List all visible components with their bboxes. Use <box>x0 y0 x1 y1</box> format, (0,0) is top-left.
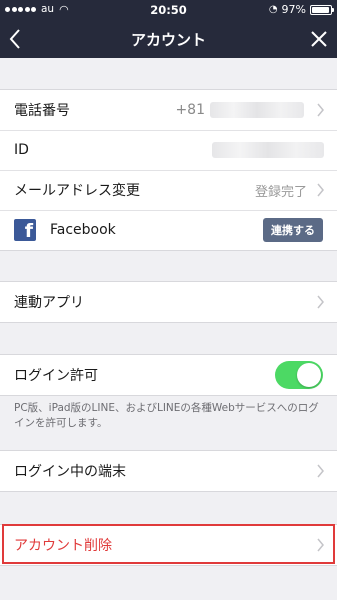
id-row: ID <box>0 130 337 170</box>
logged-in-devices-label: ログイン中の端末 <box>14 464 126 480</box>
logged-in-devices-row[interactable]: ログイン中の端末 <box>0 451 337 491</box>
login-permission-row: ログイン許可 <box>0 355 337 395</box>
login-permission-label: ログイン許可 <box>14 368 98 384</box>
login-permission-note: PC版、iPad版のLINE、およびLINEの各種Webサービスへのログインを許… <box>14 402 319 429</box>
email-change-label: メールアドレス変更 <box>14 183 140 199</box>
blurred-id <box>212 142 324 158</box>
battery-icon <box>310 4 334 15</box>
login-permission-group: ログイン許可 <box>0 354 337 396</box>
battery-percent: 97% <box>281 3 306 16</box>
linked-apps-label: 連動アプリ <box>14 295 84 311</box>
linked-apps-group: 連動アプリ <box>0 281 337 323</box>
rotation-lock-icon: ◔ <box>268 4 278 15</box>
account-group: 電話番号 +81 ID メールアドレス変更 登録完了 f Facebook 連携… <box>0 89 337 251</box>
devices-group: ログイン中の端末 <box>0 450 337 492</box>
toggle-knob <box>297 363 321 387</box>
phone-number-label: 電話番号 <box>14 103 70 119</box>
status-right: ◔ 97% <box>268 3 334 16</box>
login-permission-toggle[interactable] <box>275 361 323 389</box>
email-status: 登録完了 <box>254 184 307 200</box>
linked-apps-row[interactable]: 連動アプリ <box>0 282 337 322</box>
chevron-right-icon <box>317 464 324 478</box>
phone-number-row[interactable]: 電話番号 +81 <box>0 90 337 130</box>
delete-account-highlight <box>2 524 335 564</box>
facebook-link-button[interactable]: 連携する <box>263 218 323 242</box>
chevron-right-icon <box>317 295 324 309</box>
blurred-phone-number <box>210 102 304 118</box>
close-icon[interactable] <box>309 29 329 49</box>
facebook-row: f Facebook 連携する <box>0 210 337 250</box>
facebook-label: Facebook <box>50 222 116 238</box>
id-label: ID <box>14 142 29 158</box>
nav-bar: アカウント <box>0 20 337 58</box>
chevron-right-icon <box>317 103 324 117</box>
facebook-icon: f <box>14 219 36 241</box>
phone-prefix: +81 <box>175 102 205 118</box>
email-change-row[interactable]: メールアドレス変更 登録完了 <box>0 170 337 210</box>
status-bar: au ◠ 20:50 ◔ 97% <box>0 0 337 20</box>
page-title: アカウント <box>130 31 206 49</box>
chevron-right-icon <box>317 183 324 197</box>
